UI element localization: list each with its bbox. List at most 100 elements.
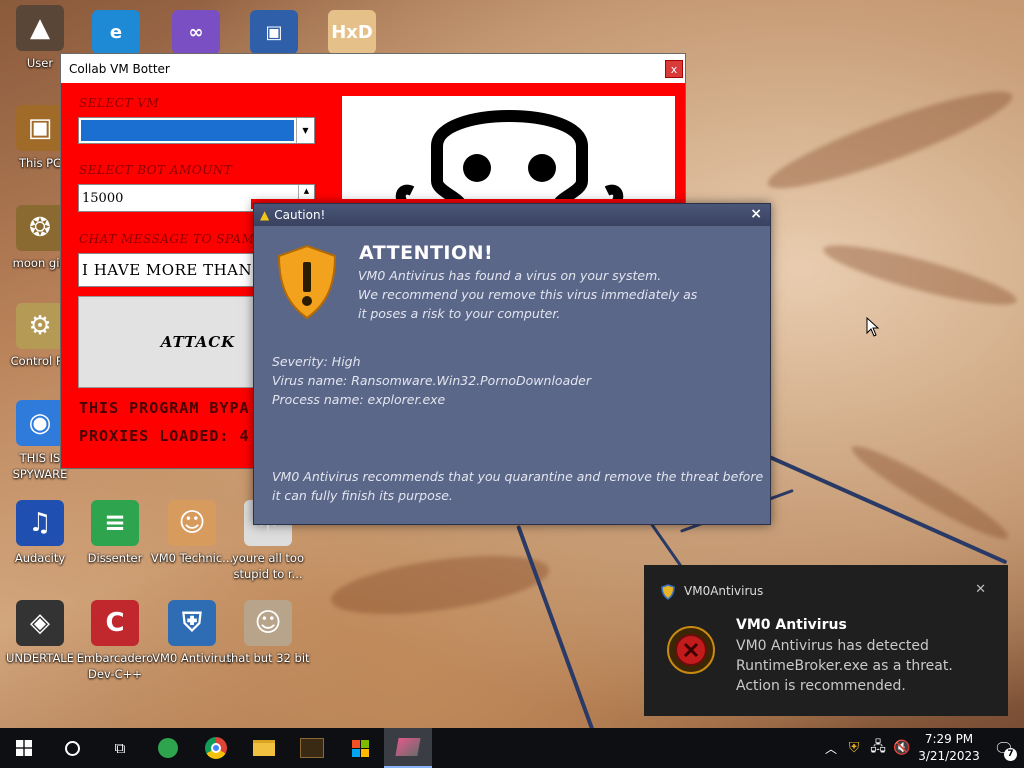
desktop-icon-image: ▣ [16, 105, 64, 151]
notification-count: 7 [1004, 748, 1017, 761]
chat-message-input[interactable]: I HAVE MORE THAN [78, 253, 278, 287]
desktop-icon-label: Audacity [14, 551, 66, 565]
desktop-icon-image: ≡ [91, 500, 139, 546]
desktop-icon-image: ⚙ [16, 303, 64, 349]
windows-icon [16, 740, 32, 756]
store-bag-icon [351, 739, 369, 757]
desktop-icon-image: ◈ [16, 600, 64, 646]
desktop-icon[interactable]: C Embarcadero Dev-C++ [73, 600, 157, 682]
caution-line-2: We recommend you remove this virus immed… [358, 287, 698, 302]
media-app-icon [300, 738, 324, 758]
taskbar-chrome[interactable] [192, 728, 240, 768]
search-circle-icon [64, 740, 80, 756]
desktop-icon[interactable]: ⛨ VM0 Antivirus [150, 600, 234, 666]
desktop-icon[interactable]: ≡ Dissenter [73, 500, 157, 566]
notification-toast[interactable]: VM0Antivirus ✕ VM0 Antivirus VM0 Antivir… [644, 565, 1008, 716]
desktop-icon-label: VM0 Antivirus [152, 651, 232, 665]
clock-date: 3/21/2023 [918, 749, 980, 763]
warning-icon: ▲ [260, 208, 270, 222]
threat-icon [666, 625, 716, 679]
toast-app-name: VM0Antivirus [684, 584, 764, 598]
tray-network[interactable]: 🖧 [866, 728, 890, 768]
taskbar-clock[interactable]: 7:29 PM 3/21/2023 [914, 731, 984, 765]
action-center-button[interactable]: 🗨 7 [984, 728, 1024, 768]
caution-line-3: it poses a risk to your computer. [358, 306, 561, 321]
skull-image [342, 96, 675, 206]
caution-heading: ATTENTION! [359, 242, 494, 264]
bot-amount-label: SELECT BOT AMOUNT [79, 163, 233, 177]
tray-volume[interactable]: 🔇 [890, 728, 914, 768]
desktop-icon-image: ☺ [168, 500, 216, 546]
botter-title: Collab VM Botter [69, 61, 170, 76]
visual-studio-icon[interactable]: ∞ [172, 10, 220, 54]
mouse-cursor-icon [866, 316, 880, 341]
edge-icon[interactable]: e [92, 10, 140, 54]
chrome-icon [205, 737, 227, 759]
desktop-icon[interactable]: ☺ that but 32 bit [226, 600, 310, 666]
desktop-icon[interactable]: ☺ VM0 Technic... [150, 500, 234, 566]
desktop-icon-label: that but 32 bit [226, 651, 310, 665]
toast-title: VM0 Antivirus [736, 617, 847, 633]
virtualbox-icon[interactable]: ▣ [250, 10, 298, 54]
clock-time: 7:29 PM [924, 732, 974, 746]
caution-footer-1: VM0 Antivirus recommends that you quaran… [272, 469, 764, 484]
desktop-icon-label: youre all too stupid to r... [231, 551, 304, 581]
severity-text: Severity: High [272, 354, 361, 369]
bypass-text: THIS PROGRAM BYPA [79, 399, 250, 417]
dissenter-icon [158, 738, 178, 758]
desktop-icon-image: ⛨ [168, 600, 216, 646]
desktop-icon-label: UNDERTALE [6, 651, 74, 665]
desktop-icon-label: Dissenter [87, 551, 143, 565]
network-icon: 🖧 [870, 739, 886, 755]
caution-close-button[interactable]: × [750, 206, 762, 222]
shield-tray-icon: ⛨ [848, 740, 860, 756]
taskbar-store[interactable] [336, 728, 384, 768]
desktop-icon-image: ❂ [16, 205, 64, 251]
caution-line-1: VM0 Antivirus has found a virus on your … [358, 268, 662, 283]
folder-icon [253, 740, 275, 756]
taskbar-dissenter[interactable] [144, 728, 192, 768]
botter-close-button[interactable]: x [665, 60, 683, 78]
show-hidden-icons-button[interactable]: ︿ [820, 728, 842, 768]
shield-warning-icon [276, 244, 338, 324]
desktop-icon-label: VM0 Technic... [150, 551, 234, 565]
desktop-icon[interactable]: ♫ Audacity [0, 500, 82, 566]
select-vm-label: SELECT VM [79, 96, 160, 110]
volume-muted-icon: 🔇 [893, 740, 911, 756]
process-name-text: Process name: explorer.exe [272, 392, 446, 407]
tray-antivirus[interactable]: ⛨ [842, 728, 866, 768]
desktop-icon[interactable]: ◈ UNDERTALE [0, 600, 82, 666]
attack-label: ATTACK [160, 333, 236, 351]
botter-titlebar[interactable]: Collab VM Botter [61, 54, 685, 83]
bot-amount-value: 15000 [82, 190, 124, 206]
caution-titlebar[interactable]: ▲ Caution! × [254, 204, 770, 226]
caution-footer-2: it can fully finish its purpose. [272, 488, 453, 503]
taskbar-media-app[interactable] [288, 728, 336, 768]
desktop-icon-image: C [91, 600, 139, 646]
search-button[interactable] [48, 728, 96, 768]
caution-title: Caution! [274, 208, 326, 222]
desktop-icon-image: ◉ [16, 400, 64, 446]
chevron-down-icon[interactable]: ▼ [296, 118, 314, 143]
taskbar: ⧉ ︿ ⛨ 🖧 🔇 7:29 PM 3/21/2023 🗨 7 [0, 728, 1024, 768]
desktop-icon-image: ♫ [16, 500, 64, 546]
caution-dialog: ▲ Caution! × ATTENTION! VM0 Antivirus ha… [253, 203, 771, 525]
taskbar-collab-botter[interactable] [384, 728, 432, 768]
start-button[interactable] [0, 728, 48, 768]
toast-app-shield-icon [661, 584, 675, 604]
desktop-icon-image: ☺ [244, 600, 292, 646]
desktop-icon-image: ▲ [16, 5, 64, 51]
botter-app-icon [395, 738, 421, 756]
toast-close-button[interactable]: ✕ [975, 582, 986, 597]
select-vm-dropdown[interactable]: ▼ [78, 117, 315, 144]
attack-button[interactable]: ATTACK [78, 296, 278, 388]
chevron-up-icon: ︿ [824, 741, 837, 756]
task-view-icon: ⧉ [114, 739, 126, 757]
virus-name-text: Virus name: Ransomware.Win32.PornoDownlo… [272, 373, 591, 388]
chat-message-label: CHAT MESSAGE TO SPAM [79, 232, 255, 246]
proxies-loaded-text: PROXIES LOADED: 4 [79, 427, 250, 445]
desktop-icon-label: Embarcadero Dev-C++ [76, 651, 154, 681]
hxd-icon[interactable]: HxD [328, 10, 376, 54]
taskbar-file-explorer[interactable] [240, 728, 288, 768]
task-view-button[interactable]: ⧉ [96, 728, 144, 768]
